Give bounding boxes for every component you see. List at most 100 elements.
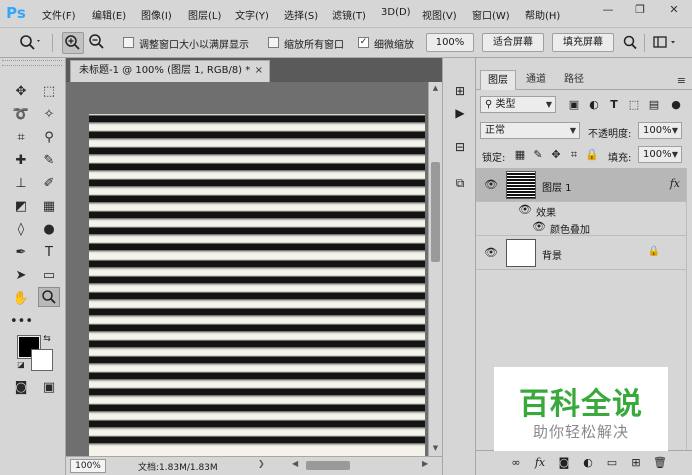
history-brush-tool-icon[interactable]: ✐ — [38, 174, 60, 194]
screen-mode-icon[interactable]: ▣ — [38, 378, 60, 398]
link-layers-icon[interactable]: ∞ — [508, 455, 524, 471]
visibility-eye-icon[interactable]: 👁 — [484, 179, 498, 191]
lock-artboard-icon[interactable]: ⌗ — [566, 147, 582, 163]
layers-scrollbar[interactable] — [686, 168, 692, 456]
new-adjustment-icon[interactable]: ◐ — [580, 455, 596, 471]
background-color-swatch[interactable] — [31, 349, 53, 371]
menu-type[interactable]: 文字(Y) — [235, 7, 269, 22]
menu-3d[interactable]: 3D(D) — [381, 7, 411, 18]
new-layer-icon[interactable]: ⊞ — [628, 455, 644, 471]
filter-pixel-icon[interactable]: ▣ — [566, 97, 582, 113]
dodge-tool-icon[interactable]: ● — [38, 220, 60, 240]
properties-panel-icon[interactable]: ⊟ — [451, 138, 469, 156]
add-mask-icon[interactable]: ◙ — [556, 455, 572, 471]
scroll-up-icon[interactable]: ▲ — [429, 82, 442, 94]
tab-paths[interactable]: 路径 — [556, 70, 592, 90]
filter-smart-object-icon[interactable]: ▤ — [646, 97, 662, 113]
history-panel-icon[interactable]: ⊞ — [451, 82, 469, 100]
close-button[interactable]: ✕ — [658, 0, 690, 20]
blend-mode-select[interactable]: 正常 ▼ — [480, 122, 580, 139]
blur-tool-icon[interactable]: ◊ — [10, 220, 32, 240]
lock-pixels-icon[interactable]: ✎ — [530, 147, 546, 163]
path-selection-tool-icon[interactable]: ➤ — [10, 266, 32, 286]
zoom-out-icon[interactable] — [86, 32, 108, 54]
layer-effects-icon[interactable]: fx — [670, 177, 680, 190]
layer-effects-row[interactable]: 👁 效果 — [476, 202, 686, 220]
scroll-down-icon[interactable]: ▼ — [429, 442, 442, 454]
panel-menu-icon[interactable]: ≡ — [677, 74, 686, 87]
menu-image[interactable]: 图像(I) — [141, 7, 172, 22]
actions-play-icon[interactable]: ▶ — [451, 104, 469, 122]
document-tab[interactable]: 未标题-1 @ 100% (图层 1, RGB/8) * × — [70, 60, 270, 82]
zoom-all-windows-checkbox[interactable] — [268, 37, 279, 48]
filter-shape-icon[interactable]: ⬚ — [626, 97, 642, 113]
gradient-tool-icon[interactable]: ▦ — [38, 197, 60, 217]
search-icon[interactable] — [620, 32, 640, 54]
fit-screen-button[interactable]: 适合屏幕 — [482, 33, 544, 52]
delete-layer-icon[interactable]: 🗑 — [652, 455, 668, 471]
canvas-workspace[interactable] — [66, 82, 428, 456]
quick-mask-icon[interactable]: ◙ — [10, 378, 32, 398]
menu-layer[interactable]: 图层(L) — [188, 7, 221, 22]
filter-adjustment-icon[interactable]: ◐ — [586, 97, 602, 113]
horizontal-scroll-thumb[interactable] — [306, 461, 350, 470]
layer-row-background[interactable]: 👁 背景 🔒 — [476, 236, 686, 270]
layer-row-layer1[interactable]: 👁 图层 1 fx — [476, 168, 686, 202]
tab-layers[interactable]: 图层 — [480, 70, 516, 90]
resize-windows-checkbox[interactable] — [123, 37, 134, 48]
toolbox-grip[interactable] — [2, 60, 62, 66]
menu-edit[interactable]: 编辑(E) — [92, 7, 126, 22]
clone-stamp-tool-icon[interactable]: ⊥ — [10, 174, 32, 194]
visibility-eye-icon[interactable]: 👁 — [484, 247, 498, 259]
filter-type-icon[interactable]: T — [606, 97, 622, 113]
scrubby-zoom-checkbox[interactable]: ✓ — [358, 37, 369, 48]
vertical-scrollbar[interactable]: ▲ ▼ — [428, 82, 442, 456]
type-tool-icon[interactable]: T — [38, 243, 60, 263]
new-group-icon[interactable]: ▭ — [604, 455, 620, 471]
brush-tool-icon[interactable]: ✎ — [38, 151, 60, 171]
filter-toggle-icon[interactable]: ● — [668, 97, 684, 113]
scroll-right-icon[interactable]: ▶ — [422, 459, 428, 468]
zoom-tool-preset-icon[interactable] — [16, 32, 44, 54]
menu-help[interactable]: 帮助(H) — [525, 7, 560, 22]
layer-filter-select[interactable]: ⚲ 类型 ▼ — [480, 96, 556, 113]
zoom-tool-icon[interactable] — [38, 287, 60, 307]
layer-name[interactable]: 图层 1 — [542, 179, 572, 194]
vertical-scroll-thumb[interactable] — [431, 162, 440, 262]
swap-colors-icon[interactable]: ⇆ — [40, 332, 54, 346]
zoom-in-icon[interactable] — [62, 32, 84, 54]
menu-file[interactable]: 文件(F) — [42, 7, 76, 22]
lock-position-icon[interactable]: ✥ — [548, 147, 564, 163]
document-canvas[interactable] — [89, 114, 425, 456]
pen-tool-icon[interactable]: ✒ — [10, 243, 32, 263]
effect-color-overlay-row[interactable]: 👁 颜色叠加 — [476, 218, 686, 236]
healing-brush-tool-icon[interactable]: ✚ — [10, 151, 32, 171]
opacity-field[interactable]: 100% ▼ — [638, 122, 682, 139]
zoom-100-button[interactable]: 100% — [426, 33, 474, 52]
add-style-icon[interactable]: fx — [532, 455, 548, 471]
menu-select[interactable]: 选择(S) — [284, 7, 318, 22]
hand-tool-icon[interactable]: ✋ — [10, 289, 32, 309]
marquee-tool-icon[interactable]: ⬚ — [38, 82, 60, 102]
magic-wand-tool-icon[interactable]: ✧ — [38, 105, 60, 125]
move-tool-icon[interactable]: ✥ — [10, 82, 32, 102]
lock-all-icon[interactable]: 🔒 — [584, 147, 600, 163]
menu-window[interactable]: 窗口(W) — [472, 7, 510, 22]
eyedropper-tool-icon[interactable]: ⚲ — [38, 128, 60, 148]
restore-button[interactable]: ❐ — [624, 0, 656, 20]
rectangle-tool-icon[interactable]: ▭ — [38, 266, 60, 286]
effects-eye-icon[interactable]: 👁 — [518, 204, 532, 216]
close-tab-icon[interactable]: × — [255, 61, 263, 81]
menu-filter[interactable]: 滤镜(T) — [332, 7, 366, 22]
layer-name[interactable]: 背景 — [542, 247, 562, 262]
workspace-switcher-icon[interactable] — [650, 32, 680, 54]
zoom-level-field[interactable]: 100% — [70, 459, 106, 473]
tab-channels[interactable]: 通道 — [518, 70, 554, 90]
eraser-tool-icon[interactable]: ◩ — [10, 197, 32, 217]
color-overlay-eye-icon[interactable]: 👁 — [532, 221, 546, 233]
document-info[interactable]: 文档:1.83M/1.83M — [138, 460, 218, 473]
lock-transparent-icon[interactable]: ▦ — [512, 147, 528, 163]
fill-field[interactable]: 100% ▼ — [638, 146, 682, 163]
adjustments-panel-icon[interactable]: ⧉ — [451, 174, 469, 192]
minimize-button[interactable]: — — [592, 0, 624, 20]
